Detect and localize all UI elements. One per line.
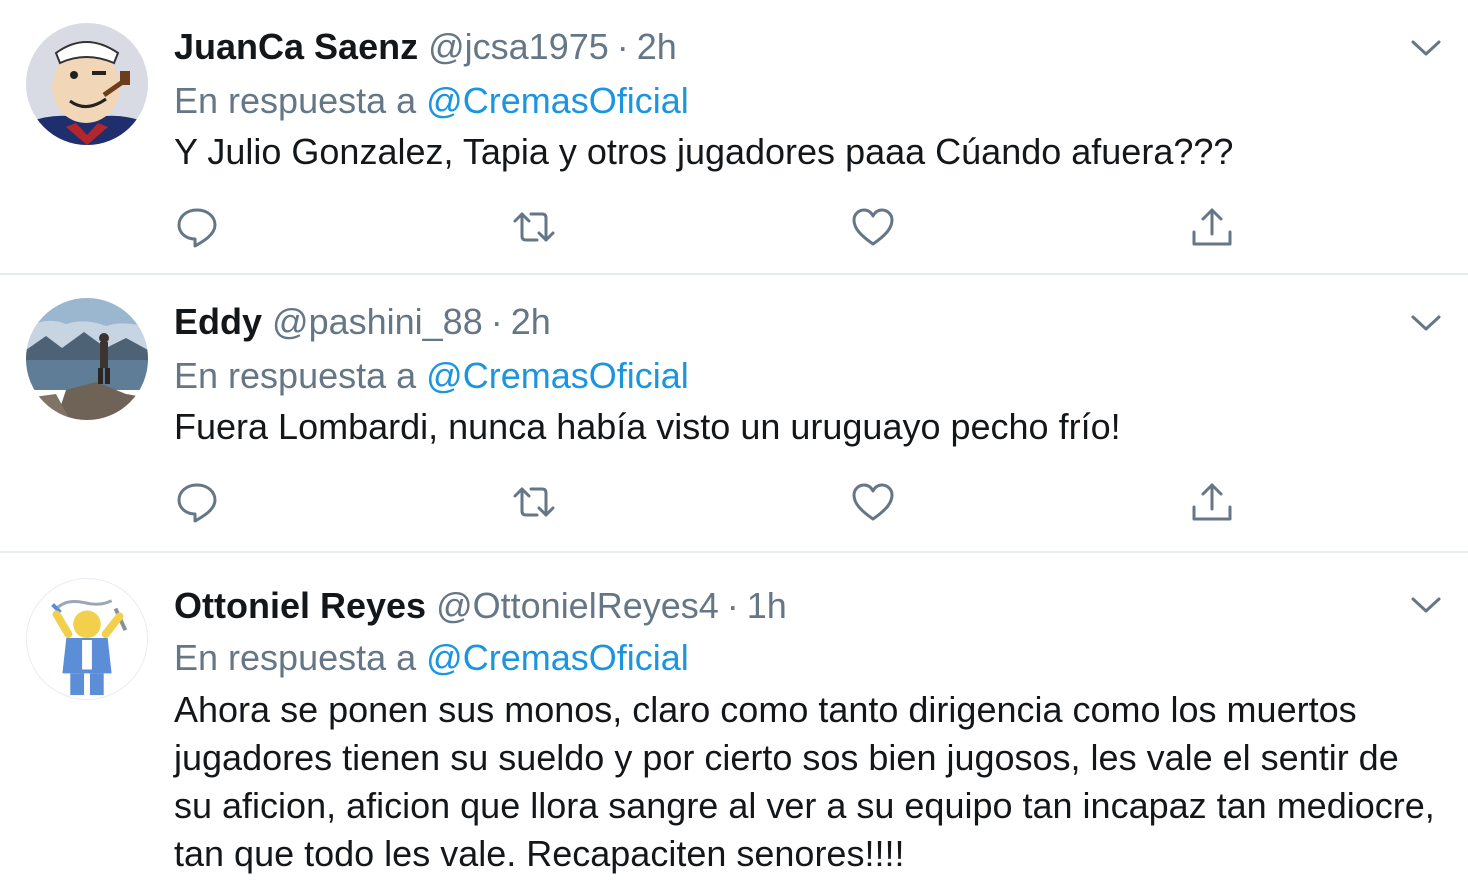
tweet-text: Ahora se ponen sus monos, claro como tan… — [174, 689, 1435, 874]
popeye-avatar — [26, 23, 148, 145]
reply-mention-link[interactable]: @CremasOficial — [426, 80, 689, 121]
tweet-header: Ottoniel Reyes @OttonielReyes4 · 1h — [174, 581, 787, 631]
reply-context: En respuesta a @CremasOficial — [174, 351, 689, 401]
separator-dot: · — [726, 585, 739, 626]
author-name[interactable]: JuanCa Saenz — [174, 26, 418, 67]
separator-dot: · — [490, 301, 503, 342]
like-icon[interactable] — [850, 479, 896, 525]
tweet-feed: JuanCa Saenz @jcsa1975 · 2h En respuesta a… — [0, 0, 1468, 892]
lake-landscape-avatar — [26, 298, 148, 420]
share-icon[interactable] — [1189, 479, 1235, 525]
reply-icon[interactable] — [174, 204, 220, 250]
author-name[interactable]: Eddy — [174, 301, 262, 342]
share-icon[interactable] — [1189, 204, 1235, 250]
retweet-icon[interactable] — [511, 204, 557, 250]
author-name[interactable]: Ottoniel Reyes — [174, 585, 426, 626]
reply-prefix: En respuesta a — [174, 80, 417, 121]
chevron-down-icon[interactable] — [1408, 34, 1444, 62]
timestamp[interactable]: 1h — [747, 585, 787, 626]
chevron-down-icon[interactable] — [1408, 591, 1444, 619]
avatar[interactable] — [26, 298, 148, 420]
avatar[interactable] — [26, 578, 148, 700]
tweet-actions — [174, 204, 1274, 250]
retweet-icon[interactable] — [511, 479, 557, 525]
timestamp[interactable]: 2h — [637, 26, 677, 67]
tweet[interactable]: JuanCa Saenz @jcsa1975 · 2h En respuesta a… — [0, 0, 1468, 275]
timestamp[interactable]: 2h — [511, 301, 551, 342]
reply-context: En respuesta a @CremasOficial — [174, 633, 689, 683]
tweet-text: Y Julio Gonzalez, Tapia y otros jugadore… — [174, 131, 1234, 172]
tweet[interactable]: Eddy @pashini_88 · 2h En respuesta a @Crem… — [0, 275, 1468, 553]
tweet-actions — [174, 479, 1274, 525]
reply-prefix: En respuesta a — [174, 355, 417, 396]
avatar[interactable] — [26, 23, 148, 145]
reply-icon[interactable] — [174, 479, 220, 525]
tweet-header: JuanCa Saenz @jcsa1975 · 2h — [174, 22, 677, 72]
like-icon[interactable] — [850, 204, 896, 250]
separator-dot: · — [616, 26, 629, 67]
cartoon-fan-avatar — [27, 579, 147, 699]
chevron-down-icon[interactable] — [1408, 309, 1444, 337]
reply-prefix: En respuesta a — [174, 637, 417, 678]
author-handle[interactable]: @jcsa1975 — [428, 26, 609, 67]
tweet[interactable]: Ottoniel Reyes @OttonielReyes4 · 1h En res… — [0, 553, 1468, 892]
reply-context: En respuesta a @CremasOficial — [174, 76, 689, 126]
tweet-header: Eddy @pashini_88 · 2h — [174, 297, 551, 347]
author-handle[interactable]: @OttonielReyes4 — [436, 585, 719, 626]
reply-mention-link[interactable]: @CremasOficial — [426, 637, 689, 678]
reply-mention-link[interactable]: @CremasOficial — [426, 355, 689, 396]
author-handle[interactable]: @pashini_88 — [272, 301, 483, 342]
tweet-text: Fuera Lombardi, nunca había visto un uru… — [174, 406, 1121, 447]
